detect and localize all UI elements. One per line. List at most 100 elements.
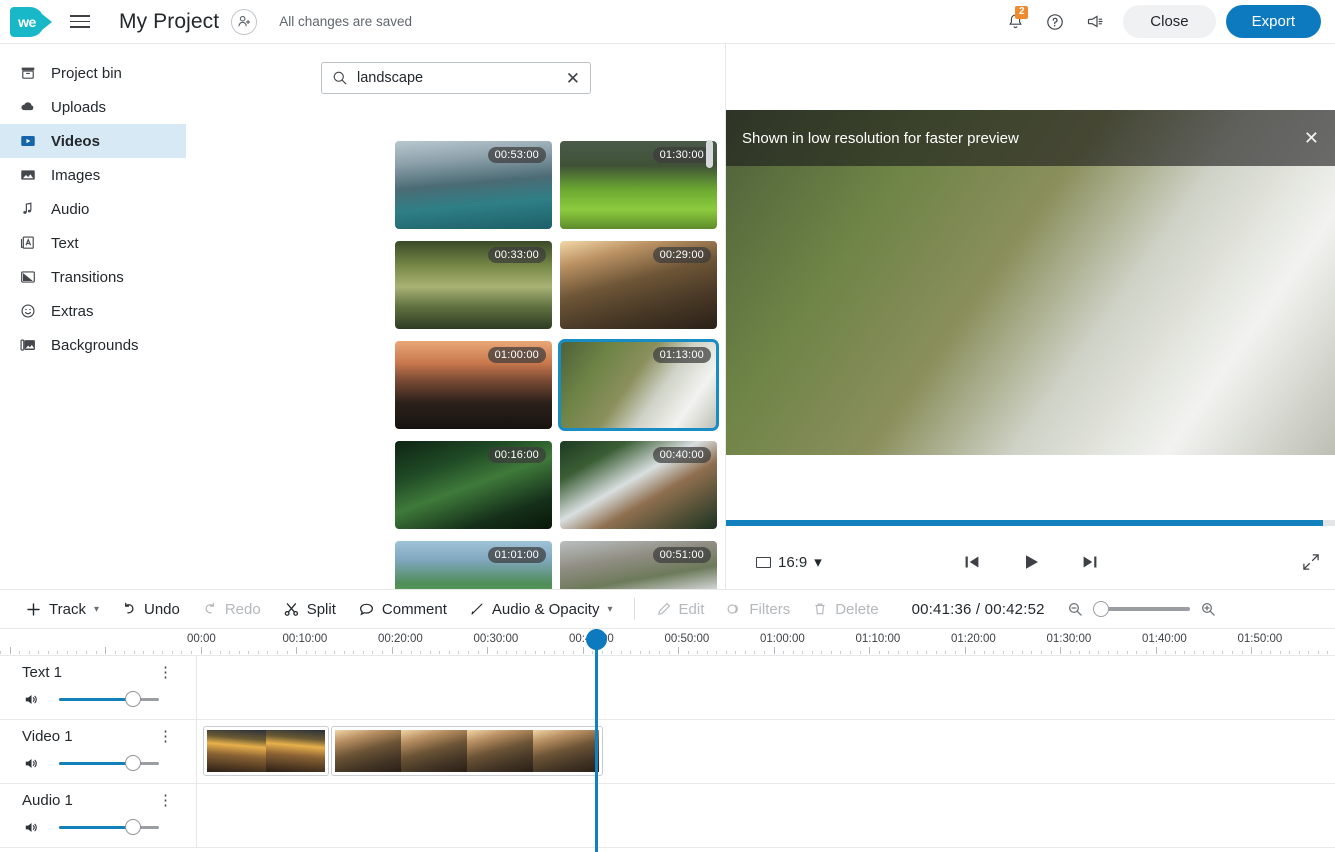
export-button[interactable]: Export: [1226, 5, 1321, 38]
playhead-handle[interactable]: [586, 629, 607, 650]
ruler-tick-minor: [57, 651, 58, 654]
brand-logo-text: we: [18, 14, 36, 30]
undo-button[interactable]: Undo: [110, 589, 191, 629]
media-thumbnail[interactable]: 01:30:00: [560, 141, 717, 229]
speaker-icon[interactable]: [22, 690, 41, 709]
brand-logo[interactable]: we: [10, 7, 44, 37]
ruler-tick-major: [1251, 647, 1252, 654]
ruler-tick-minor: [334, 651, 335, 654]
ruler-tick-minor: [1184, 651, 1185, 654]
ruler-tick-minor: [544, 651, 545, 654]
sidebar-item-audio[interactable]: Audio: [0, 192, 186, 226]
hamburger-icon[interactable]: [70, 11, 92, 33]
aspect-ratio-selector[interactable]: 16:9 ▾: [756, 553, 822, 571]
close-button[interactable]: Close: [1123, 5, 1215, 38]
search-box[interactable]: ✕: [321, 62, 591, 94]
search-input[interactable]: [357, 70, 557, 86]
skip-next-icon[interactable]: [1079, 551, 1101, 573]
skip-previous-icon[interactable]: [961, 551, 983, 573]
ruler-tick-minor: [67, 651, 68, 654]
add-track-button[interactable]: Track ▾: [14, 589, 110, 629]
kebab-menu-icon[interactable]: ⋮: [158, 791, 174, 809]
expand-icon[interactable]: [1301, 552, 1321, 572]
media-grid-scroll[interactable]: 00:53:0001:30:0000:10:0000:33:0000:29:00…: [187, 108, 725, 589]
low-resolution-notice-close-icon[interactable]: ✕: [1304, 128, 1319, 149]
volume-fill: [59, 762, 133, 766]
filters-button[interactable]: Filters: [715, 589, 801, 629]
timeline-zoom-slider[interactable]: [1094, 607, 1190, 611]
ruler-tick-minor: [497, 651, 498, 654]
sidebar-item-text[interactable]: Text: [0, 226, 186, 260]
media-thumbnail[interactable]: 01:01:00: [395, 541, 552, 589]
volume-slider[interactable]: [59, 698, 159, 702]
edit-button[interactable]: Edit: [645, 589, 716, 629]
media-scrollbar-thumb[interactable]: [706, 140, 713, 168]
ruler-tick-minor: [1022, 651, 1023, 654]
split-button[interactable]: Split: [272, 589, 347, 629]
ruler-tick-minor: [649, 651, 650, 654]
video-preview-stage[interactable]: Shown in low resolution for faster previ…: [726, 110, 1335, 455]
add-person-icon[interactable]: [231, 9, 257, 35]
ruler-tick-minor: [1232, 651, 1233, 654]
media-scrollbar[interactable]: [706, 140, 713, 583]
media-library-panel: ✕ 00:53:0001:30:0000:10:0000:33:0000:29:…: [187, 44, 726, 589]
media-thumbnail[interactable]: 01:13:00: [560, 341, 717, 429]
preview-progress-bar[interactable]: [726, 520, 1335, 526]
kebab-menu-icon[interactable]: ⋮: [158, 663, 174, 681]
help-circle-icon[interactable]: [1035, 4, 1075, 40]
trash-icon: [812, 601, 828, 617]
sidebar-item-images[interactable]: Images: [0, 158, 186, 192]
media-thumbnail[interactable]: 01:00:00: [395, 341, 552, 429]
ruler-tick-minor: [1098, 651, 1099, 654]
play-icon[interactable]: [1019, 550, 1043, 574]
comment-button[interactable]: Comment: [347, 589, 458, 629]
sidebar-item-videos[interactable]: Videos: [0, 124, 186, 158]
timeline-zoom-knob[interactable]: [1093, 601, 1109, 617]
media-thumbnail[interactable]: 00:51:00: [560, 541, 717, 589]
ruler-tick-minor: [506, 651, 507, 654]
volume-knob[interactable]: [125, 691, 141, 707]
media-thumbnail[interactable]: 00:40:00: [560, 441, 717, 529]
media-thumbnail[interactable]: 00:53:00: [395, 141, 552, 229]
kebab-menu-icon[interactable]: ⋮: [158, 727, 174, 745]
volume-slider[interactable]: [59, 762, 159, 766]
playhead[interactable]: [595, 629, 598, 852]
ruler-tick-minor: [1089, 651, 1090, 654]
ruler-tick-minor: [1299, 651, 1300, 654]
speaker-icon[interactable]: [22, 754, 41, 773]
volume-knob[interactable]: [125, 819, 141, 835]
ruler-tick-minor: [420, 651, 421, 654]
timeline-clip[interactable]: [203, 726, 329, 776]
volume-knob[interactable]: [125, 755, 141, 771]
megaphone-icon[interactable]: [1075, 4, 1115, 40]
sidebar-item-uploads[interactable]: Uploads: [0, 90, 186, 124]
media-thumbnail[interactable]: 00:29:00: [560, 241, 717, 329]
volume-fill: [59, 698, 133, 702]
redo-button[interactable]: Redo: [191, 589, 272, 629]
sidebar-item-project-bin[interactable]: Project bin: [0, 56, 186, 90]
media-thumbnail[interactable]: 00:16:00: [395, 441, 552, 529]
sidebar-item-transitions[interactable]: Transitions: [0, 260, 186, 294]
audio-opacity-button[interactable]: Audio & Opacity ▾: [458, 589, 624, 629]
ruler-tick-major: [1060, 647, 1061, 654]
video-play-icon: [18, 132, 37, 151]
sidebar-item-extras[interactable]: Extras: [0, 294, 186, 328]
volume-slider[interactable]: [59, 826, 159, 830]
speaker-icon[interactable]: [22, 818, 41, 837]
track-lane[interactable]: [197, 720, 1335, 783]
media-thumbnail[interactable]: 00:33:00: [395, 241, 552, 329]
zoom-in-icon[interactable]: [1200, 601, 1217, 618]
smiley-icon: [18, 302, 37, 321]
ruler-tick-minor: [563, 651, 564, 654]
pencil-icon: [656, 601, 672, 617]
track-lane[interactable]: [197, 784, 1335, 847]
timeline-ruler[interactable]: 00:0000:10:0000:20:0000:30:0000:40:0000:…: [0, 629, 1335, 656]
delete-button[interactable]: Delete: [801, 589, 889, 629]
sidebar-item-backgrounds[interactable]: Backgrounds: [0, 328, 186, 362]
timeline-clip[interactable]: [331, 726, 603, 776]
sidebar-item-label: Project bin: [51, 65, 122, 82]
clear-search-icon[interactable]: ✕: [566, 70, 580, 87]
zoom-out-icon[interactable]: [1067, 601, 1084, 618]
track-lane[interactable]: [197, 656, 1335, 719]
bell-icon[interactable]: 2: [995, 4, 1035, 40]
